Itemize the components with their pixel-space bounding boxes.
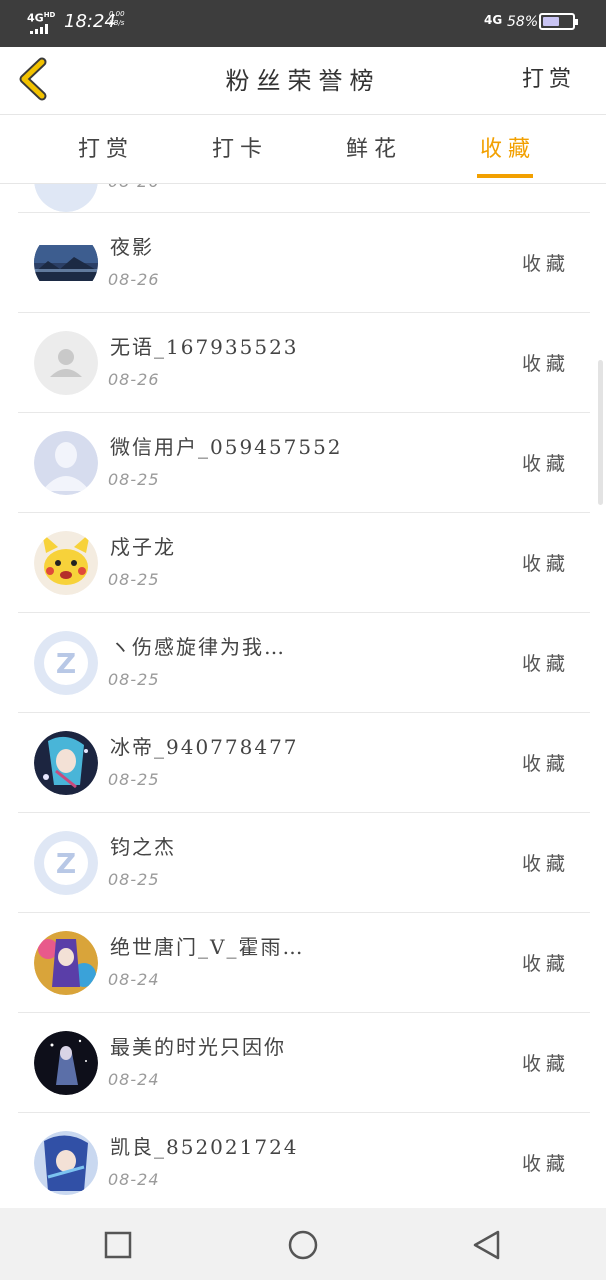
list-item-date: 08-24 (108, 1170, 160, 1189)
nav-back-button[interactable] (472, 1230, 502, 1260)
avatar[interactable]: Z (34, 631, 98, 695)
avatar[interactable] (34, 431, 98, 495)
network-indicator: 4GHD (27, 11, 56, 25)
tab-flowers[interactable]: 鲜花 (346, 131, 402, 163)
recent-apps-icon (104, 1231, 132, 1259)
list-item[interactable]: 无语_167935523 08-26 收藏 (18, 312, 590, 413)
list-item[interactable]: 微信用户_059457552 08-25 收藏 (18, 412, 590, 513)
avatar[interactable] (34, 1131, 98, 1195)
tab-bar: 打赏 打卡 鲜花 收藏 (0, 115, 606, 184)
list-item-date: 08-24 (108, 1070, 160, 1089)
system-nav-bar (0, 1208, 606, 1280)
home-icon (288, 1230, 318, 1260)
status-bar: 4GHD 18:24 0.00 KB/s 4G 58% (0, 0, 606, 47)
list-item-date: 08-26 (108, 184, 160, 191)
list-item-name: 冰帝_940778477 (110, 735, 299, 759)
network-type: 4G (484, 13, 503, 27)
list-item[interactable]: Z 钧之杰 08-25 收藏 (18, 812, 590, 913)
list-item[interactable]: Z ヽ伤感旋律为我… 08-25 收藏 (18, 612, 590, 713)
signal-icon (30, 24, 52, 34)
favorites-list[interactable]: 08-26 夜影08-26收藏无语_16793552308-26收藏微信用户_0… (0, 184, 606, 1208)
list-item-date: 08-26 (108, 370, 160, 389)
list-item-name: ヽ伤感旋律为我… (110, 635, 286, 659)
favorite-action[interactable]: 收藏 (522, 949, 570, 976)
favorite-action[interactable]: 收藏 (522, 549, 570, 576)
avatar[interactable]: Z (34, 831, 98, 895)
network-speed: 0.00 KB/s (109, 10, 125, 27)
list-item-name: 无语_167935523 (110, 335, 299, 359)
favorite-action[interactable]: 收藏 (522, 749, 570, 776)
home-button[interactable] (288, 1230, 318, 1260)
list-item-name: 钧之杰 (110, 835, 176, 859)
list-item-name: 戍子龙 (110, 535, 176, 559)
svg-text:Z: Z (56, 647, 76, 680)
favorite-action[interactable]: 收藏 (522, 849, 570, 876)
list-item-date: 08-25 (108, 770, 160, 789)
list-item-name: 绝世唐门_V_霍雨… (110, 935, 305, 959)
tab-checkin[interactable]: 打卡 (212, 131, 268, 163)
avatar[interactable] (34, 1031, 98, 1095)
avatar[interactable] (34, 231, 98, 295)
scrollbar[interactable] (598, 360, 603, 505)
avatar[interactable] (34, 331, 98, 395)
list-item[interactable]: 最美的时光只因你 08-24 收藏 (18, 1012, 590, 1113)
tab-reward[interactable]: 打赏 (78, 131, 134, 163)
list-item-date: 08-25 (108, 870, 160, 889)
favorite-action[interactable]: 收藏 (522, 1049, 570, 1076)
list-item-date: 08-25 (108, 570, 160, 589)
recent-apps-button[interactable] (103, 1230, 133, 1260)
svg-text:Z: Z (56, 847, 76, 880)
active-tab-indicator (477, 174, 533, 178)
list-item-name: 夜影 (110, 235, 154, 259)
avatar[interactable] (34, 731, 98, 795)
avatar[interactable] (34, 931, 98, 995)
list-item-date: 08-24 (108, 970, 160, 989)
favorite-action[interactable]: 收藏 (522, 1149, 570, 1176)
battery-icon (539, 13, 578, 30)
app-header: 粉丝荣誉榜 打赏 (0, 47, 606, 115)
list-item[interactable]: 绝世唐门_V_霍雨… 08-24 收藏 (18, 912, 590, 1013)
avatar (34, 184, 98, 212)
favorite-action[interactable]: 收藏 (522, 649, 570, 676)
list-item-name: 最美的时光只因你 (110, 1035, 286, 1059)
avatar[interactable] (34, 531, 98, 595)
reward-button[interactable]: 打赏 (522, 61, 576, 93)
list-item[interactable]: 戍子龙 08-25 收藏 (18, 512, 590, 613)
list-item[interactable]: 冰帝_940778477 08-25 收藏 (18, 712, 590, 813)
list-item-name: 微信用户_059457552 (110, 435, 343, 459)
favorite-action[interactable]: 收藏 (522, 349, 570, 376)
battery-percent: 58% (507, 14, 539, 30)
list-item-name: 凯良_852021724 (110, 1135, 299, 1159)
tab-favorites[interactable]: 收藏 (480, 131, 536, 163)
list-item[interactable]: 凯良_852021724 08-24 收藏 (18, 1112, 590, 1208)
list-item-date: 08-26 (108, 270, 160, 289)
favorite-action[interactable]: 收藏 (522, 249, 570, 276)
page-title: 粉丝荣誉榜 (225, 67, 381, 95)
back-triangle-icon (473, 1230, 500, 1260)
list-item[interactable]: 08-26 (18, 184, 590, 212)
favorite-action[interactable]: 收藏 (522, 449, 570, 476)
list-item-date: 08-25 (108, 470, 160, 489)
list-item[interactable]: 夜影 08-26 收藏 (18, 212, 590, 313)
list-item-date: 08-25 (108, 670, 160, 689)
